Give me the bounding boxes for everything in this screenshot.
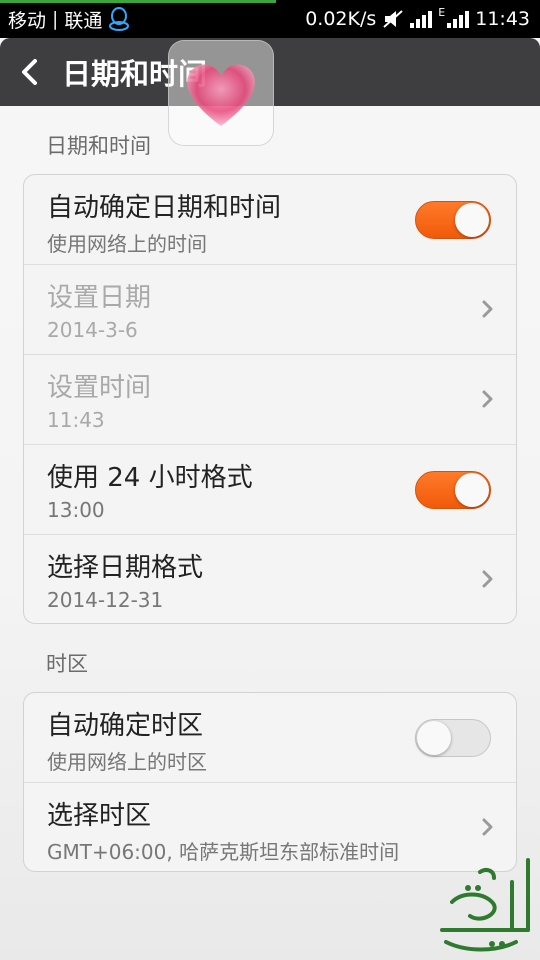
network-type: E [438, 5, 446, 19]
signal-icon [410, 10, 433, 28]
row-title: 设置时间 [47, 373, 152, 403]
row-auto-datetime[interactable]: 自动确定日期和时间 使用网络上的时间 [24, 175, 516, 265]
auto-datetime-toggle[interactable] [415, 201, 491, 239]
chevron-right-icon [482, 300, 493, 318]
chevron-right-icon [482, 818, 493, 836]
row-subtitle: 11:43 [47, 408, 105, 432]
row-title: 自动确定日期和时间 [47, 193, 282, 223]
row-subtitle: 2014-3-6 [47, 318, 138, 342]
row-subtitle: GMT+06:00, 哈萨克斯坦东部标准时间 [47, 840, 400, 864]
row-set-time[interactable]: 设置时间 11:43 [24, 355, 516, 445]
row-subtitle: 2014-12-31 [47, 588, 164, 612]
row-set-date[interactable]: 设置日期 2014-3-6 [24, 265, 516, 355]
mute-icon [383, 10, 403, 28]
row-subtitle: 使用网络上的时间 [47, 232, 207, 256]
chevron-right-icon [482, 390, 493, 408]
download-progress [0, 0, 276, 3]
row-auto-timezone[interactable]: 自动确定时区 使用网络上的时区 [24, 693, 516, 783]
row-title: 使用 24 小时格式 [47, 463, 253, 493]
signal-icon-2 [447, 10, 470, 28]
chevron-left-icon [22, 59, 37, 85]
row-use-24h[interactable]: 使用 24 小时格式 13:00 [24, 445, 516, 535]
row-title: 选择时区 [47, 801, 152, 831]
net-speed: 0.02K/s [305, 8, 377, 30]
qq-icon [109, 7, 130, 31]
watermark-logo [440, 858, 530, 952]
status-right: 0.02K/s E 11:43 [305, 5, 530, 31]
timezone-card: 自动确定时区 使用网络上的时区 选择时区 GMT+06:00, 哈萨克斯坦东部标… [23, 692, 517, 872]
carrier-2: 联通 [64, 9, 103, 32]
status-bar: 移动 | 联通 0.02K/s E 11:43 [0, 0, 540, 38]
heart-icon [187, 64, 255, 126]
row-subtitle: 使用网络上的时区 [47, 750, 207, 774]
section-header-timezone: 时区 [46, 652, 88, 676]
use-24h-toggle[interactable] [415, 471, 491, 509]
row-subtitle: 13:00 [47, 498, 105, 522]
row-title: 选择日期格式 [47, 553, 204, 583]
row-title: 自动确定时区 [47, 711, 204, 741]
row-title: 设置日期 [47, 283, 152, 313]
carrier-1: 移动 [8, 9, 47, 32]
status-left: 移动 | 联通 [8, 6, 130, 33]
row-date-format[interactable]: 选择日期格式 2014-12-31 [24, 535, 516, 623]
chevron-right-icon [482, 570, 493, 588]
clock: 11:43 [475, 8, 530, 30]
floating-heart-widget[interactable] [168, 40, 274, 146]
auto-timezone-toggle[interactable] [415, 719, 491, 757]
carrier-separator: | [52, 8, 59, 30]
section-header-datetime: 日期和时间 [46, 134, 151, 158]
back-button[interactable] [0, 38, 58, 106]
datetime-card: 自动确定日期和时间 使用网络上的时间 设置日期 2014-3-6 设置时间 11… [23, 174, 517, 624]
